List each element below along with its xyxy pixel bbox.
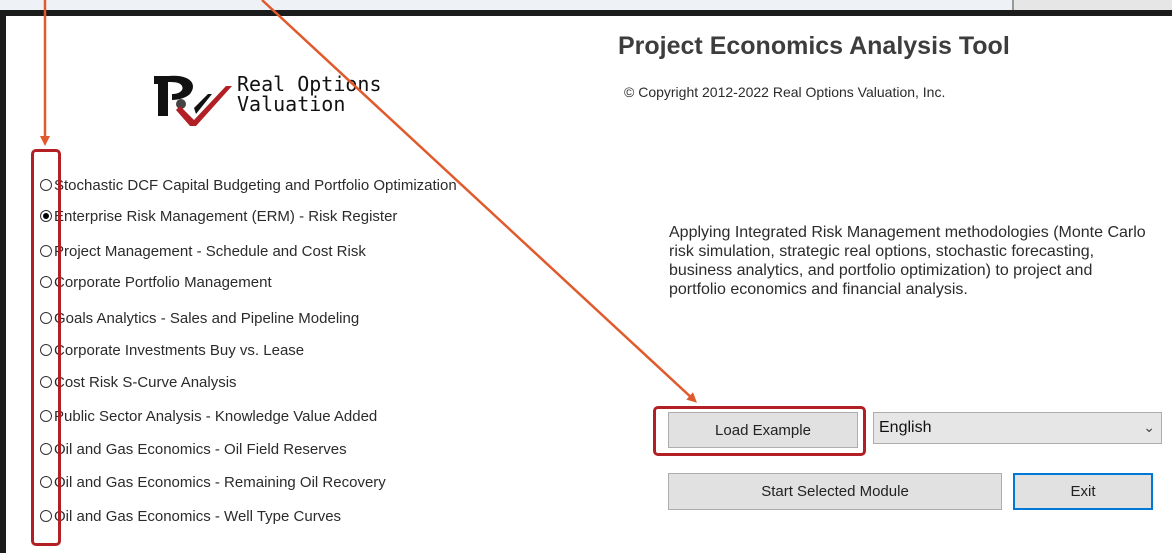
- arrow-to-load-example: [261, 0, 697, 403]
- annotation-arrows: [40, 0, 697, 403]
